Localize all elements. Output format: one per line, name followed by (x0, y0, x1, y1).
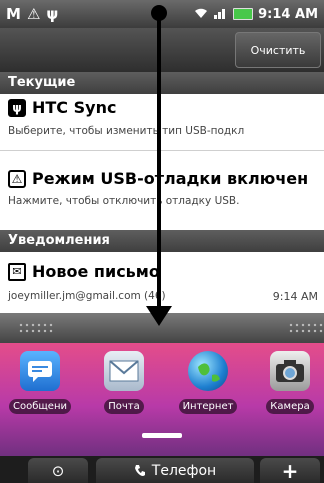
grip-dots (18, 322, 54, 334)
add-button[interactable]: + (260, 458, 320, 483)
grip-dots (288, 322, 324, 334)
app-internet[interactable]: Интернет (170, 351, 246, 431)
clear-button[interactable]: Очистить (235, 32, 321, 68)
drag-arrow-line (157, 13, 161, 313)
app-label: Почта (104, 399, 144, 414)
app-label: Интернет (178, 399, 238, 414)
all-apps-button[interactable]: ⊙ (28, 458, 88, 483)
notification-title-row: ψ HTC Sync (8, 98, 116, 117)
app-label: Камера (266, 399, 314, 414)
notification-title: Новое письмо (32, 262, 160, 281)
mail-app-icon (104, 351, 144, 391)
usb-icon: ψ (46, 5, 59, 23)
phone-icon (134, 464, 145, 476)
status-indicators: 9:14 AM (193, 0, 318, 28)
notification-title: HTC Sync (32, 98, 117, 117)
home-screen: Сообщени Почта Интернет Камера ⊙ Телефон… (0, 343, 324, 483)
warning-icon: ⚠ (26, 5, 41, 23)
drag-arrow-head (146, 306, 172, 326)
notification-panel: Очистить Текущие ψ HTC Sync Выберите, чт… (0, 28, 324, 313)
notification-subtitle: Выберите, чтобы изменить тип USB-подкл (8, 125, 245, 137)
globe-icon (188, 351, 228, 391)
signal-icon (214, 6, 228, 23)
notification-time: 9:14 AM (272, 290, 318, 303)
notification-new-mail[interactable]: ✉ Новое письмо joeymiller.jm@gmail.com (… (0, 252, 324, 313)
camera-icon (270, 351, 310, 391)
wifi-icon (193, 6, 209, 23)
drag-start-dot (151, 5, 167, 21)
notification-subtitle: joeymiller.jm@gmail.com (46) (8, 290, 166, 302)
notification-htc-sync[interactable]: ψ HTC Sync Выберите, чтобы изменить тип … (0, 94, 324, 150)
notification-title-row: ✉ Новое письмо (8, 262, 160, 281)
app-camera[interactable]: Камера (252, 351, 324, 431)
warning-icon: ⚠ (8, 169, 26, 188)
status-time: 9:14 AM (258, 6, 318, 22)
notification-title: Режим USB-отладки включен (32, 169, 309, 188)
phone-label: Телефон (151, 462, 217, 479)
notification-usb-debug[interactable]: ⚠ Режим USB-отладки включен Нажмите, что… (0, 151, 324, 221)
phone-button[interactable]: Телефон (96, 458, 254, 483)
app-messages[interactable]: Сообщени (2, 351, 78, 431)
usb-icon: ψ (8, 98, 26, 117)
section-header-notifications: Уведомления (0, 230, 324, 252)
section-header-current: Текущие (0, 72, 324, 94)
app-mail[interactable]: Почта (86, 351, 162, 431)
dock: ⊙ Телефон + (0, 456, 324, 483)
panel-toolbar: Очистить (0, 28, 324, 72)
messages-icon (20, 351, 60, 391)
battery-icon (233, 8, 254, 20)
phone-screen: M ⚠ ψ 9:14 AM Очистить Текущие ψ HTC Syn… (0, 0, 324, 483)
app-label: Сообщени (9, 399, 71, 414)
gmail-icon: M (6, 5, 21, 23)
mail-icon: ✉ (8, 262, 26, 281)
notification-subtitle: Нажмите, чтобы отключить отладку USB. (8, 195, 240, 207)
home-page-indicator (142, 433, 182, 438)
